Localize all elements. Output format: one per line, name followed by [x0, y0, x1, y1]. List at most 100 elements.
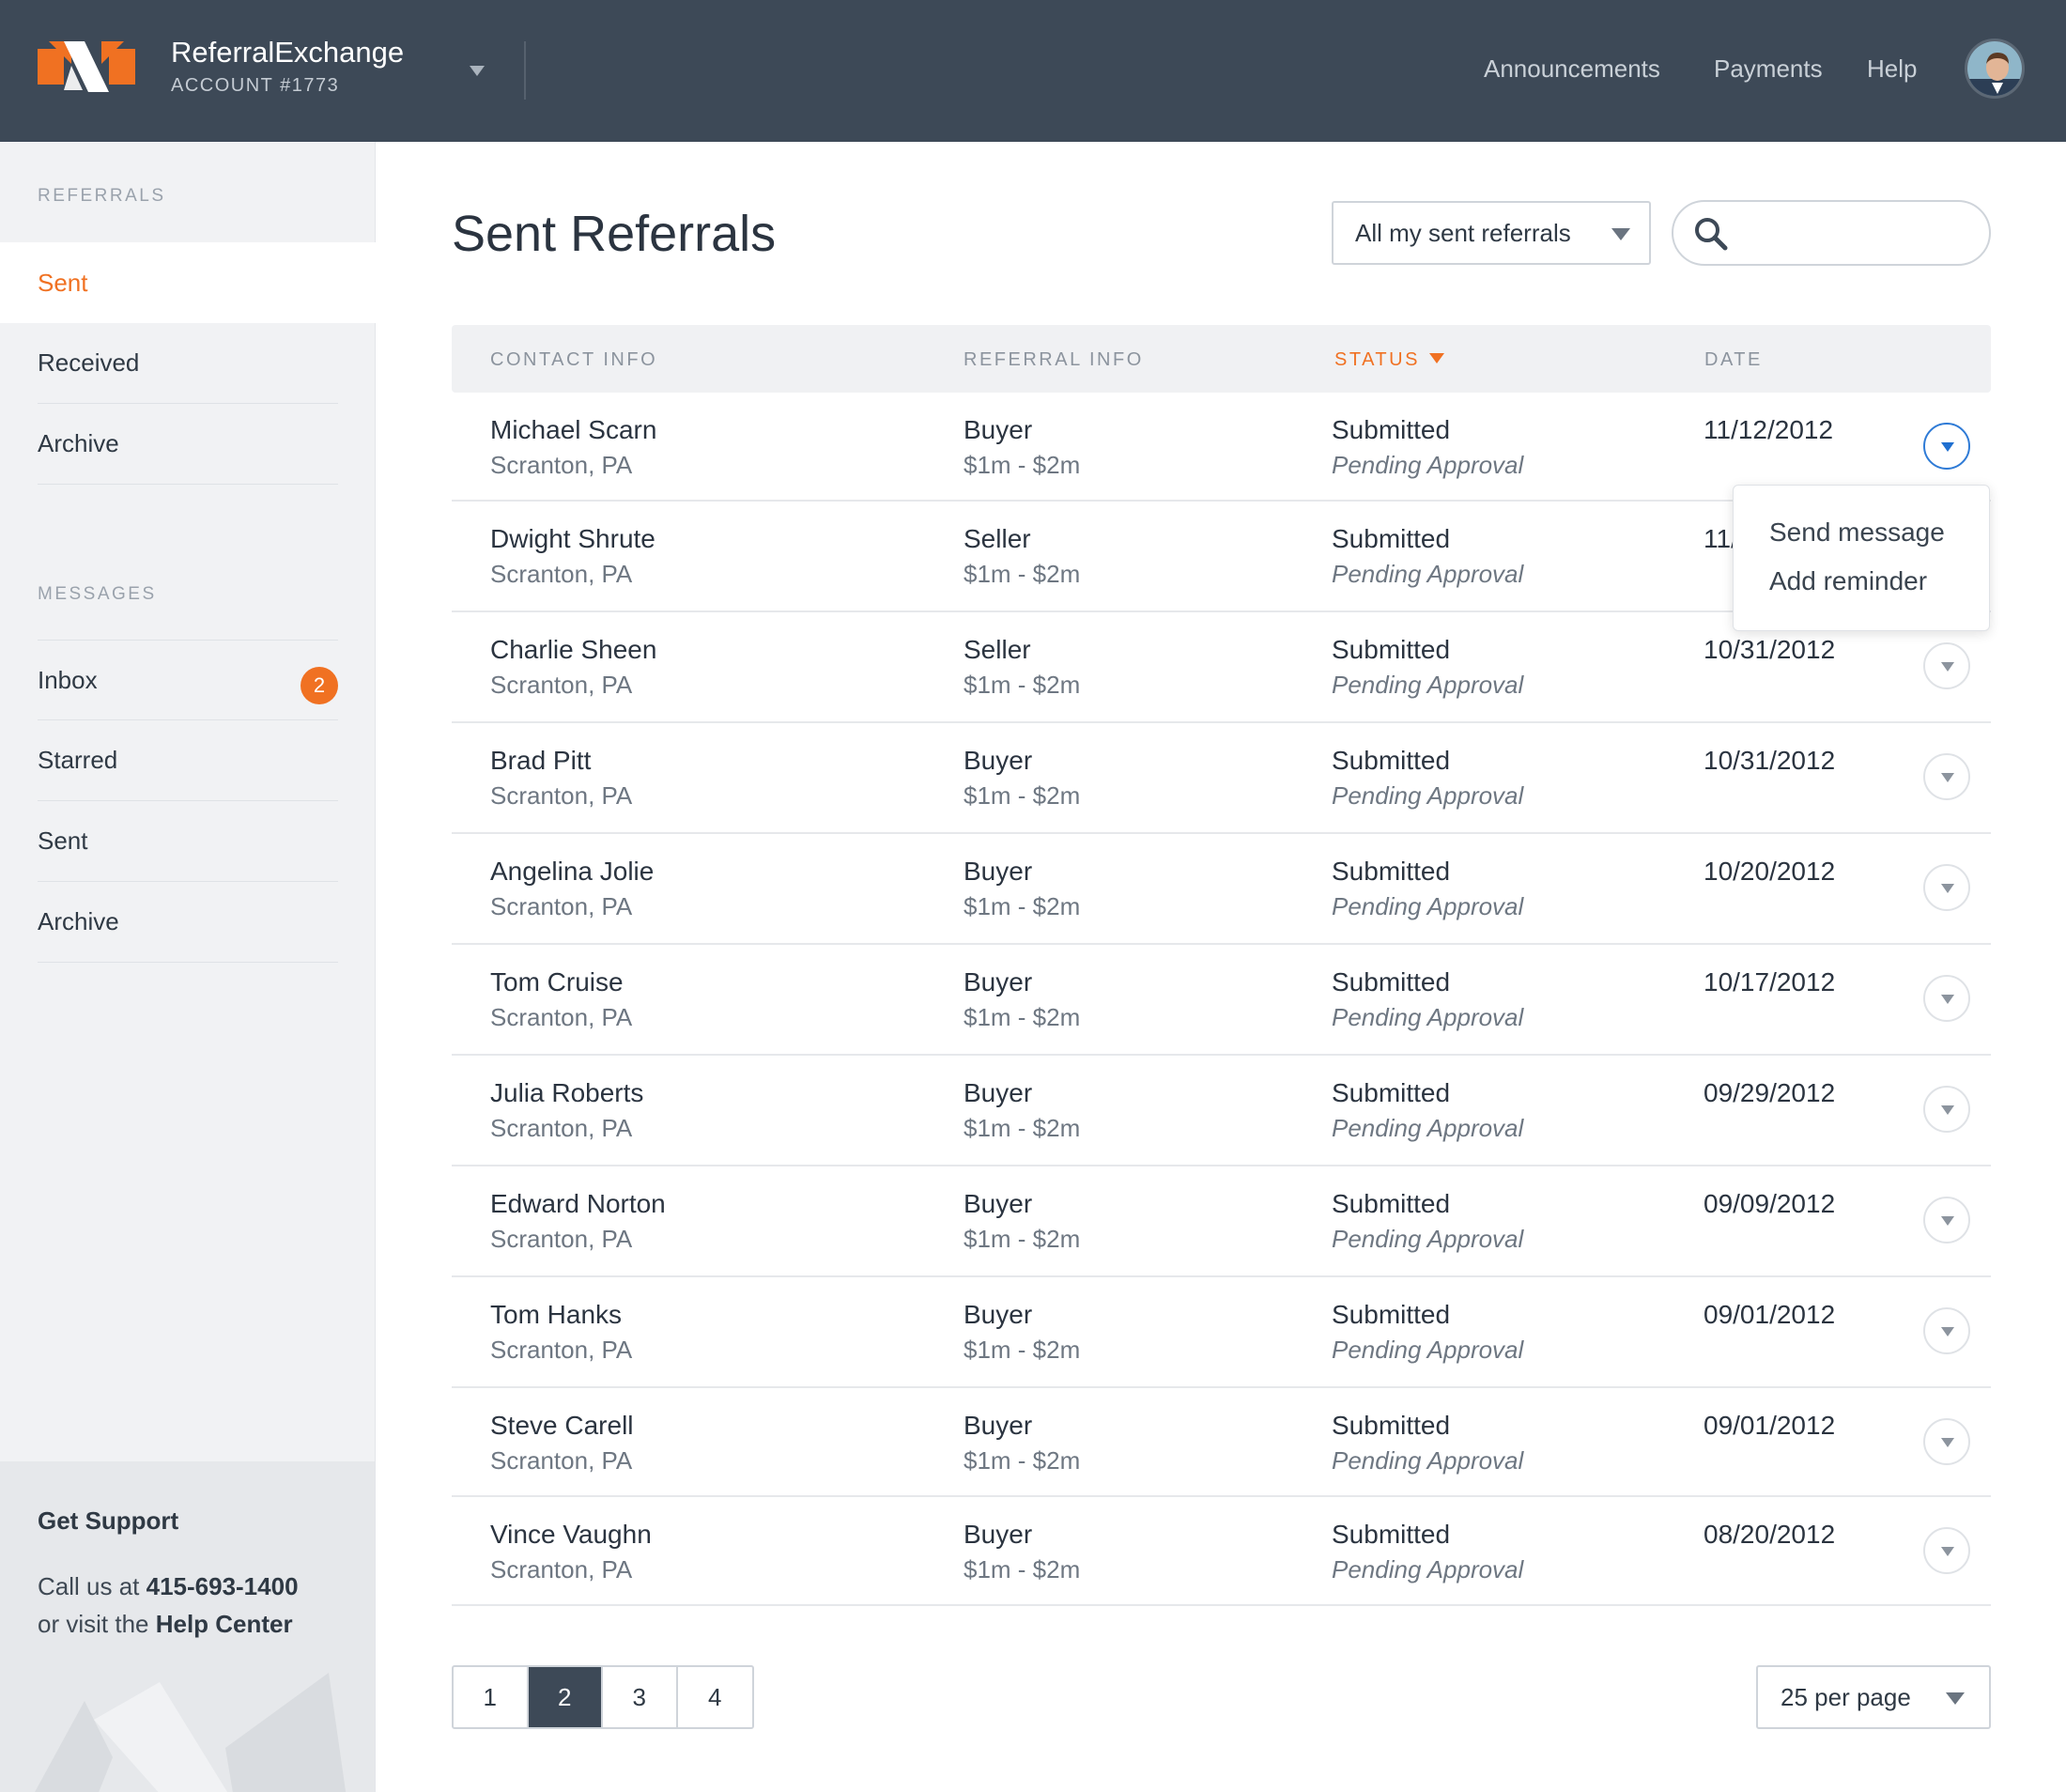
page-button-4[interactable]: 4 [678, 1667, 752, 1727]
referral-price-range: $1m - $2m [964, 560, 1081, 588]
row-actions-toggle[interactable] [1923, 1307, 1970, 1354]
support-visit-line: or visit the Help Center [38, 1610, 293, 1639]
referral-price-range: $1m - $2m [964, 1336, 1081, 1364]
referral-type: Seller [964, 524, 1031, 553]
menu-item-add-reminder[interactable]: Add reminder [1769, 566, 1927, 596]
support-panel: Get Support Call us at 415-693-1400 or v… [0, 1461, 375, 1792]
row-actions-toggle[interactable] [1923, 1527, 1970, 1574]
contact-location: Scranton, PA [490, 1114, 633, 1142]
status-detail: Pending Approval [1332, 1555, 1524, 1583]
contact-location: Scranton, PA [490, 560, 633, 588]
search-icon [1695, 218, 1728, 251]
table-row[interactable]: Brad Pitt Scranton, PA Buyer $1m - $2m Submi… [452, 723, 1991, 834]
search-input[interactable] [1741, 211, 1966, 255]
row-actions-toggle[interactable] [1923, 1197, 1970, 1244]
table-row[interactable]: Angelina Jolie Scranton, PA Buyer $1m - $2m… [452, 834, 1991, 945]
contact-location: Scranton, PA [490, 1003, 633, 1031]
avatar-image [1967, 41, 2022, 96]
nav-announcements[interactable]: Announcements [1484, 54, 1660, 84]
column-header-date[interactable]: DATE [1704, 349, 1763, 371]
sidebar: REFERRALS Sent Received Archive MESSAGES… [0, 142, 376, 1792]
page-button-1[interactable]: 1 [454, 1667, 529, 1727]
sidebar-item-messages-archive[interactable]: Archive [38, 882, 338, 963]
referral-type: Buyer [964, 857, 1033, 886]
table-row[interactable]: Vince Vaughn Scranton, PA Buyer $1m - $2m Su… [452, 1497, 1991, 1606]
row-actions-toggle[interactable] [1923, 864, 1970, 911]
table-row[interactable]: Steve Carell Scranton, PA Buyer $1m - $2m Su… [452, 1388, 1991, 1497]
help-center-link[interactable]: Help Center [156, 1610, 293, 1638]
chevron-down-icon [1941, 1547, 1954, 1556]
column-header-status[interactable]: STATUS [1334, 349, 1444, 371]
page-title: Sent Referrals [452, 206, 777, 262]
contact-name: Dwight Shrute [490, 524, 655, 553]
per-page-select[interactable]: 25 per page [1756, 1665, 1991, 1729]
sidebar-item-label: Starred [38, 746, 118, 774]
referral-date: 09/09/2012 [1704, 1189, 1836, 1218]
referralexchange-logo[interactable] [38, 38, 135, 96]
sort-desc-icon [1428, 353, 1444, 363]
row-actions-toggle[interactable] [1923, 642, 1970, 689]
status-label: Submitted [1332, 1300, 1451, 1329]
table-row[interactable]: Tom Cruise Scranton, PA Buyer $1m - $2m Subm… [452, 945, 1991, 1056]
status-detail: Pending Approval [1332, 451, 1524, 479]
nav-help[interactable]: Help [1867, 54, 1917, 84]
sidebar-item-received[interactable]: Received [38, 323, 338, 404]
table-row[interactable]: Edward Norton Scranton, PA Buyer $1m - $2m S… [452, 1166, 1991, 1277]
page-button-2[interactable]: 2 [528, 1667, 603, 1727]
filter-selected-value: All my sent referrals [1355, 218, 1571, 247]
chevron-down-icon [1941, 773, 1954, 782]
referral-date: 08/20/2012 [1704, 1520, 1836, 1549]
referral-date: 09/01/2012 [1704, 1411, 1836, 1440]
inbox-unread-badge: 2 [301, 667, 338, 704]
sidebar-item-starred[interactable]: Starred [38, 720, 338, 801]
table-row[interactable]: Julia Roberts Scranton, PA Buyer $1m - $2m S… [452, 1056, 1991, 1166]
contact-location: Scranton, PA [490, 781, 633, 810]
table-row[interactable]: Tom Hanks Scranton, PA Buyer $1m - $2m Submi… [452, 1277, 1991, 1388]
support-phone[interactable]: 415-693-1400 [146, 1572, 299, 1600]
row-actions-toggle[interactable] [1923, 1418, 1970, 1465]
status-detail: Pending Approval [1332, 1003, 1524, 1031]
nav-payments[interactable]: Payments [1714, 54, 1823, 84]
account-switcher-caret-icon[interactable] [470, 66, 485, 76]
status-label: Submitted [1332, 1520, 1451, 1549]
sidebar-item-messages-sent[interactable]: Sent [38, 801, 338, 882]
referral-filter-select[interactable]: All my sent referrals [1332, 201, 1651, 265]
contact-name: Edward Norton [490, 1189, 666, 1218]
referral-date: 09/29/2012 [1704, 1078, 1836, 1107]
chevron-down-icon [1611, 228, 1630, 240]
contact-location: Scranton, PA [490, 671, 633, 699]
referral-price-range: $1m - $2m [964, 1555, 1081, 1583]
search-box[interactable] [1672, 200, 1991, 266]
referral-type: Buyer [964, 1189, 1033, 1218]
status-label: Submitted [1332, 524, 1451, 553]
row-actions-toggle[interactable] [1923, 753, 1970, 800]
column-header-referral[interactable]: REFERRAL INFO [964, 349, 1144, 371]
page-button-3[interactable]: 3 [603, 1667, 678, 1727]
referral-date: 09/01/2012 [1704, 1300, 1836, 1329]
contact-name: Julia Roberts [490, 1078, 644, 1107]
referral-type: Buyer [964, 1411, 1033, 1440]
sidebar-item-referrals-archive[interactable]: Archive [38, 404, 338, 485]
row-actions-toggle[interactable] [1923, 423, 1970, 470]
referral-price-range: $1m - $2m [964, 451, 1081, 479]
row-actions-toggle[interactable] [1923, 1086, 1970, 1133]
chevron-down-icon [1941, 884, 1954, 893]
referral-type: Buyer [964, 1520, 1033, 1549]
contact-name: Vince Vaughn [490, 1520, 652, 1549]
column-header-contact[interactable]: CONTACT INFO [490, 349, 657, 371]
status-label: Submitted [1332, 1411, 1451, 1440]
chevron-down-icon [1941, 1327, 1954, 1336]
referral-type: Seller [964, 635, 1031, 664]
row-actions-toggle[interactable] [1923, 975, 1970, 1022]
sidebar-item-label: Archive [38, 429, 119, 457]
contact-name: Steve Carell [490, 1411, 634, 1440]
referral-type: Buyer [964, 746, 1033, 775]
row-actions-menu: Send message Add reminder [1733, 485, 1990, 631]
sidebar-item-inbox[interactable]: Inbox 2 [38, 640, 338, 720]
user-avatar[interactable] [1965, 39, 2025, 99]
status-label: Submitted [1332, 415, 1451, 444]
status-detail: Pending Approval [1332, 1114, 1524, 1142]
sidebar-item-referrals-sent[interactable]: Sent [0, 242, 376, 323]
menu-item-send-message[interactable]: Send message [1769, 518, 1945, 548]
status-label: Submitted [1332, 635, 1451, 664]
